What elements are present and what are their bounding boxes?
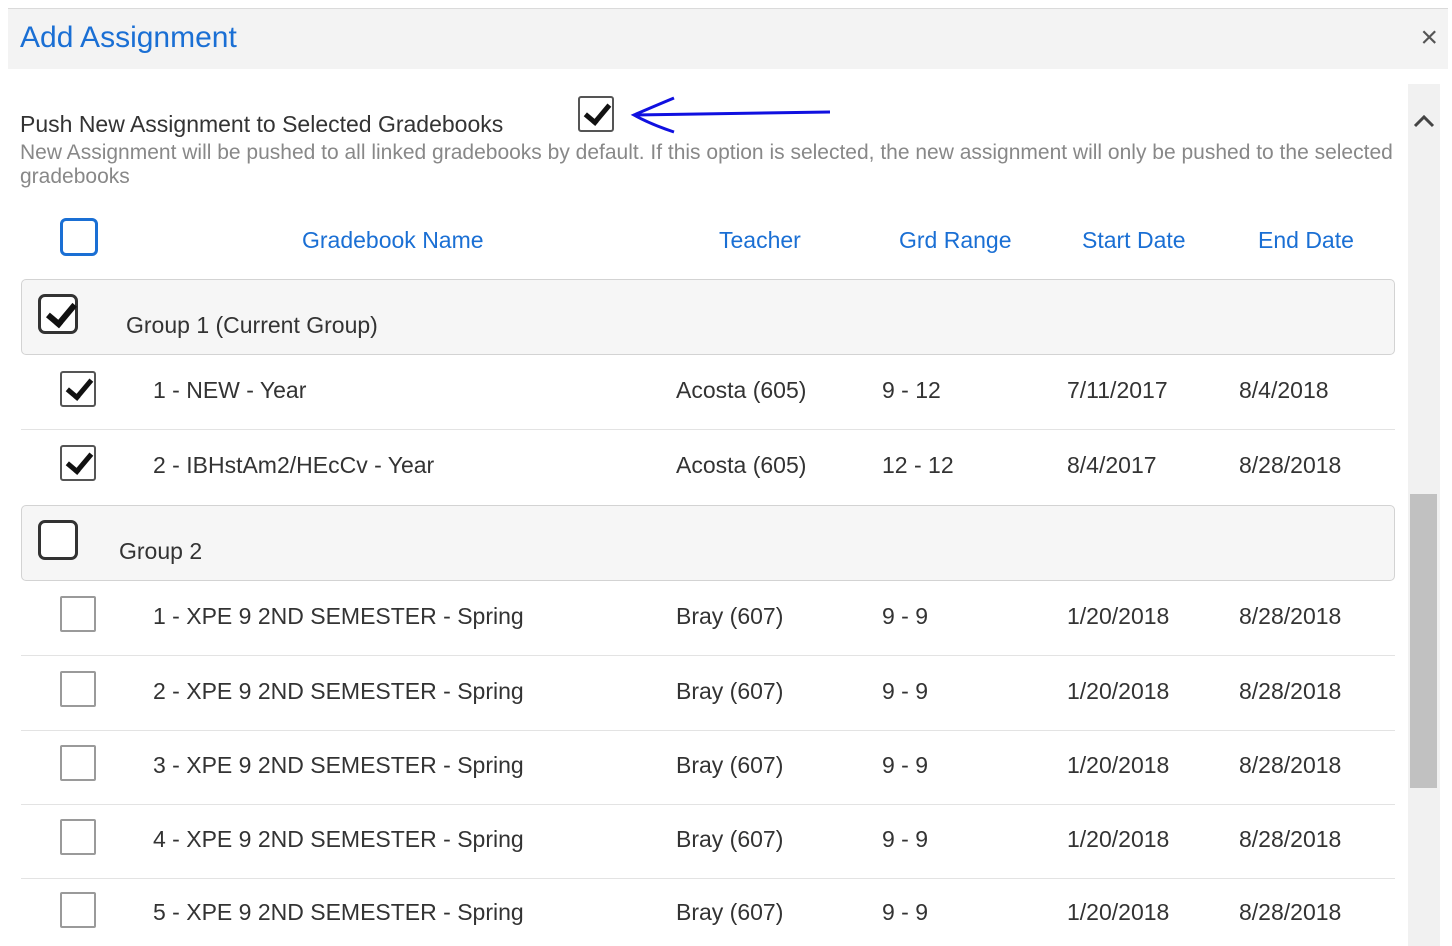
push-option-checkbox[interactable] <box>578 96 614 132</box>
push-option-hint: New Assignment will be pushed to all lin… <box>20 141 1393 188</box>
cell-teacher: Bray (607) <box>676 678 784 704</box>
cell-start-date: 1/20/2018 <box>1067 752 1170 778</box>
cell-start-date: 1/20/2018 <box>1067 678 1170 704</box>
table-row: 5 - XPE 9 2ND SEMESTER - Spring Bray (60… <box>21 877 1395 946</box>
cell-start-date: 1/20/2018 <box>1067 603 1170 629</box>
group-label: Group 1 (Current Group) <box>126 312 378 338</box>
cell-teacher: Bray (607) <box>676 899 784 925</box>
header-teacher[interactable]: Teacher <box>719 227 801 254</box>
cell-end-date: 8/28/2018 <box>1239 603 1342 629</box>
cell-start-date: 8/4/2017 <box>1067 452 1157 478</box>
cell-gradebook-name: 4 - XPE 9 2ND SEMESTER - Spring <box>153 826 524 852</box>
scrollbar[interactable] <box>1408 84 1440 946</box>
cell-teacher: Acosta (605) <box>676 377 807 403</box>
header-gradebook-name[interactable]: Gradebook Name <box>302 227 484 254</box>
row-checkbox[interactable] <box>60 445 96 481</box>
scrollbar-thumb[interactable] <box>1410 494 1437 788</box>
table-row: 1 - XPE 9 2ND SEMESTER - Spring Bray (60… <box>21 581 1395 656</box>
cell-start-date: 7/11/2017 <box>1067 377 1168 403</box>
cell-gradebook-name: 2 - IBHstAm2/HEcCv - Year <box>153 452 435 478</box>
group-label: Group 2 <box>119 538 203 564</box>
cell-gradebook-name: 2 - XPE 9 2ND SEMESTER - Spring <box>153 678 524 704</box>
header-grd-range[interactable]: Grd Range <box>899 227 1012 254</box>
dialog-title: Add Assignment <box>20 21 237 54</box>
cell-start-date: 1/20/2018 <box>1067 899 1170 925</box>
cell-grd-range: 9 - 9 <box>882 826 929 852</box>
cell-start-date: 1/20/2018 <box>1067 826 1170 852</box>
table-row: 1 - NEW - Year Acosta (605) 9 - 12 7/11/… <box>21 355 1395 430</box>
group-checkbox[interactable] <box>38 294 78 334</box>
cell-gradebook-name: 1 - NEW - Year <box>153 377 307 403</box>
cell-gradebook-name: 1 - XPE 9 2ND SEMESTER - Spring <box>153 603 524 629</box>
row-checkbox[interactable] <box>60 819 96 855</box>
row-checkbox[interactable] <box>60 371 96 407</box>
cell-end-date: 8/28/2018 <box>1239 826 1342 852</box>
row-checkbox[interactable] <box>60 745 96 781</box>
header-end-date[interactable]: End Date <box>1258 227 1354 254</box>
row-checkbox[interactable] <box>60 671 96 707</box>
cell-end-date: 8/28/2018 <box>1239 752 1342 778</box>
table-row: 2 - XPE 9 2ND SEMESTER - Spring Bray (60… <box>21 656 1395 731</box>
cell-teacher: Acosta (605) <box>676 452 807 478</box>
cell-grd-range: 12 - 12 <box>882 452 954 478</box>
cell-grd-range: 9 - 9 <box>882 899 929 925</box>
cell-grd-range: 9 - 9 <box>882 752 929 778</box>
cell-end-date: 8/28/2018 <box>1239 899 1342 925</box>
group-checkbox[interactable] <box>38 520 78 560</box>
cell-end-date: 8/28/2018 <box>1239 678 1342 704</box>
cell-end-date: 8/4/2018 <box>1239 377 1329 403</box>
push-option-label: Push New Assignment to Selected Gradeboo… <box>20 111 504 137</box>
cell-gradebook-name: 3 - XPE 9 2ND SEMESTER - Spring <box>153 752 524 778</box>
table-row: 4 - XPE 9 2ND SEMESTER - Spring Bray (60… <box>21 804 1395 879</box>
table-row: 3 - XPE 9 2ND SEMESTER - Spring Bray (60… <box>21 730 1395 805</box>
cell-teacher: Bray (607) <box>676 603 784 629</box>
cell-grd-range: 9 - 9 <box>882 678 929 704</box>
select-all-checkbox[interactable] <box>60 218 98 256</box>
arrow-left-icon <box>630 96 831 134</box>
chevron-up-icon[interactable] <box>1408 108 1440 134</box>
cell-teacher: Bray (607) <box>676 752 784 778</box>
row-checkbox[interactable] <box>60 596 96 632</box>
group-row-1: Group 1 (Current Group) <box>21 279 1395 355</box>
cell-end-date: 8/28/2018 <box>1239 452 1342 478</box>
cell-teacher: Bray (607) <box>676 826 784 852</box>
group-row-2: Group 2 <box>21 505 1395 581</box>
cell-gradebook-name: 5 - XPE 9 2ND SEMESTER - Spring <box>153 899 524 925</box>
table-row: 2 - IBHstAm2/HEcCv - Year Acosta (605) 1… <box>21 430 1395 504</box>
close-icon[interactable]: × <box>1420 23 1438 53</box>
dialog-title-bar: Add Assignment × <box>8 8 1448 69</box>
cell-grd-range: 9 - 12 <box>882 377 941 403</box>
cell-grd-range: 9 - 9 <box>882 603 929 629</box>
header-start-date[interactable]: Start Date <box>1082 227 1186 254</box>
row-checkbox[interactable] <box>60 892 96 928</box>
